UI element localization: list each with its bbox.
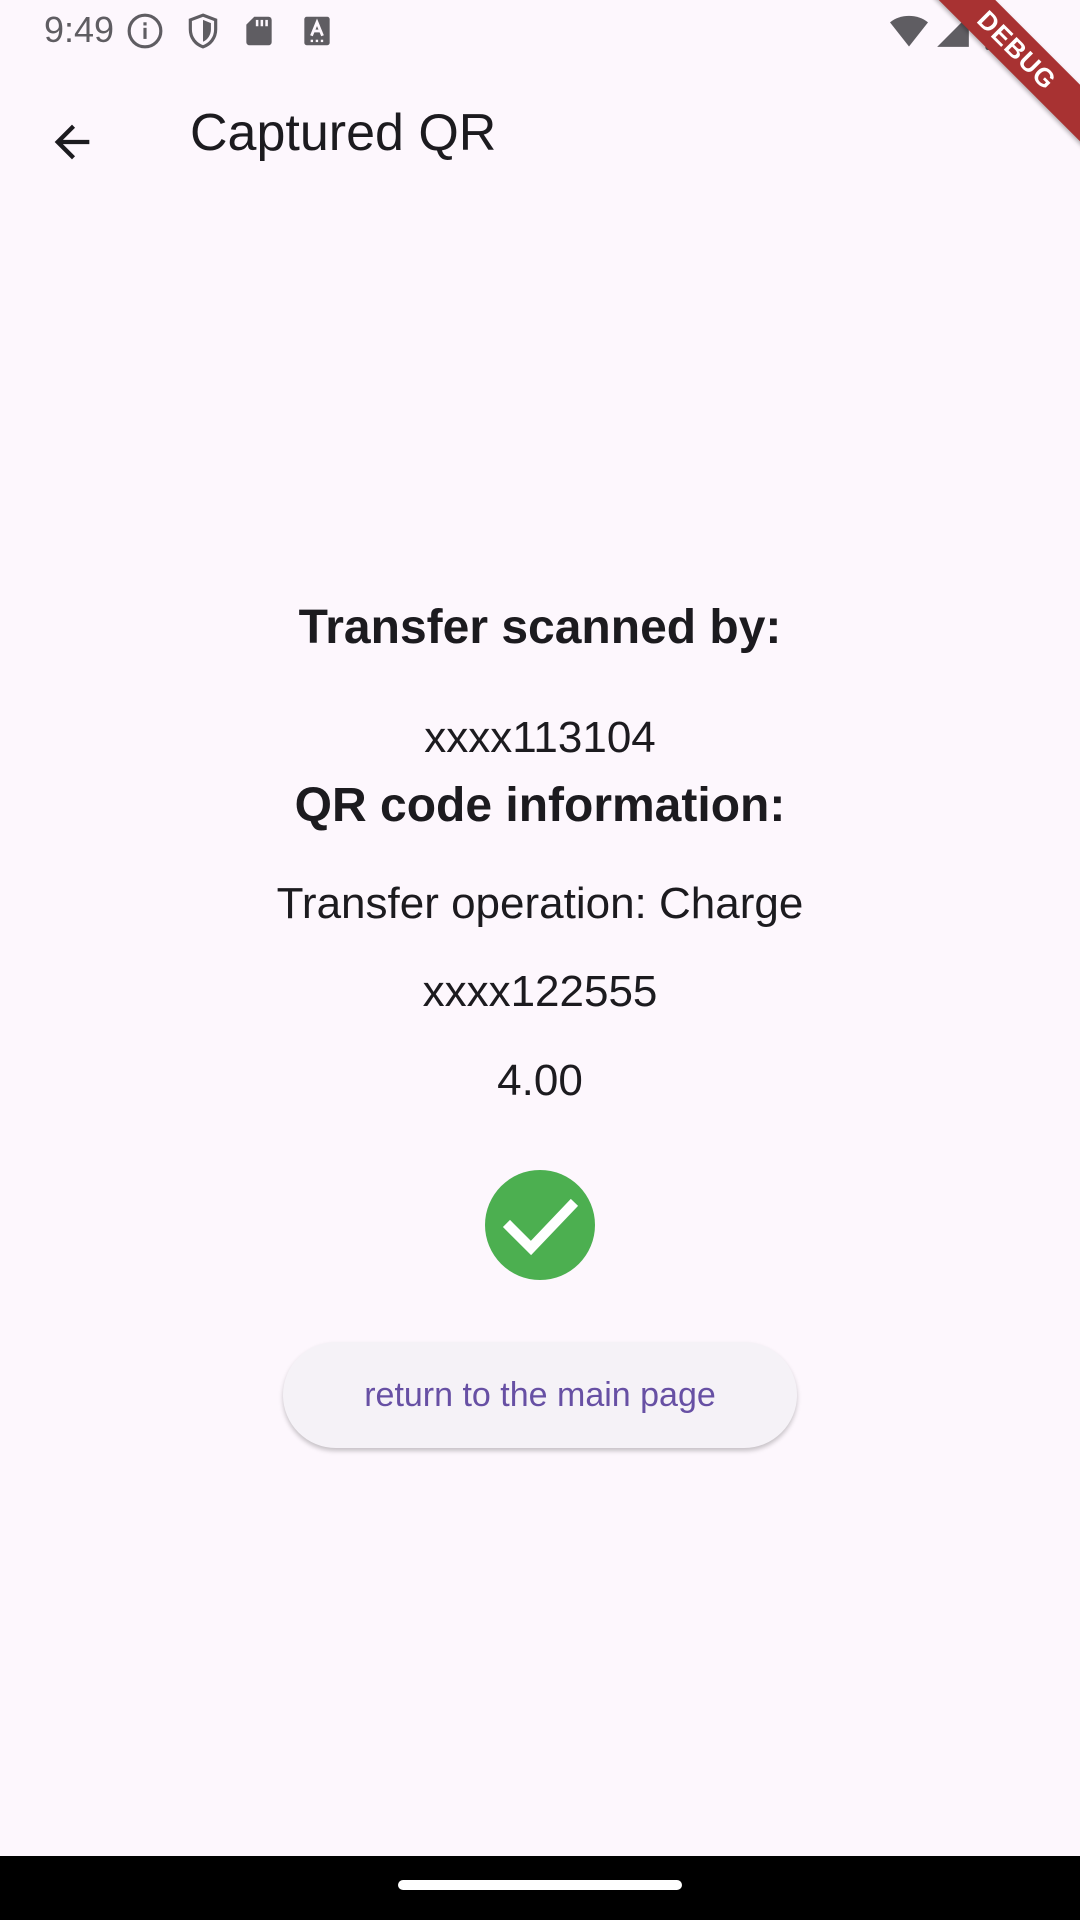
transfer-operation: Transfer operation: Charge: [276, 879, 804, 928]
home-gesture-handle[interactable]: [398, 1880, 682, 1890]
sd-card-icon: [240, 12, 278, 50]
scanned-by-label: Transfer scanned by:: [298, 601, 782, 654]
arrow-back-icon: [46, 116, 98, 173]
return-to-main-page-button[interactable]: return to the main page: [283, 1342, 797, 1448]
shield-icon: [184, 12, 222, 50]
navigation-bar: [0, 1856, 1080, 1920]
wifi-icon: [888, 12, 930, 50]
text-a-icon: [298, 12, 336, 50]
scanned-by-value: xxxx113104: [424, 713, 656, 762]
account-number: xxxx122555: [422, 967, 658, 1016]
page-title: Captured QR: [190, 104, 497, 162]
check-circle-icon: [485, 1170, 595, 1280]
status-time: 9:49: [44, 9, 115, 50]
qr-info-label: QR code information:: [294, 779, 786, 832]
status-bar: 9:49: [0, 0, 1080, 62]
back-button[interactable]: [30, 102, 114, 186]
app-bar: Captured QR: [0, 62, 1080, 210]
transfer-amount: 4.00: [497, 1056, 583, 1105]
info-icon: [126, 12, 164, 50]
